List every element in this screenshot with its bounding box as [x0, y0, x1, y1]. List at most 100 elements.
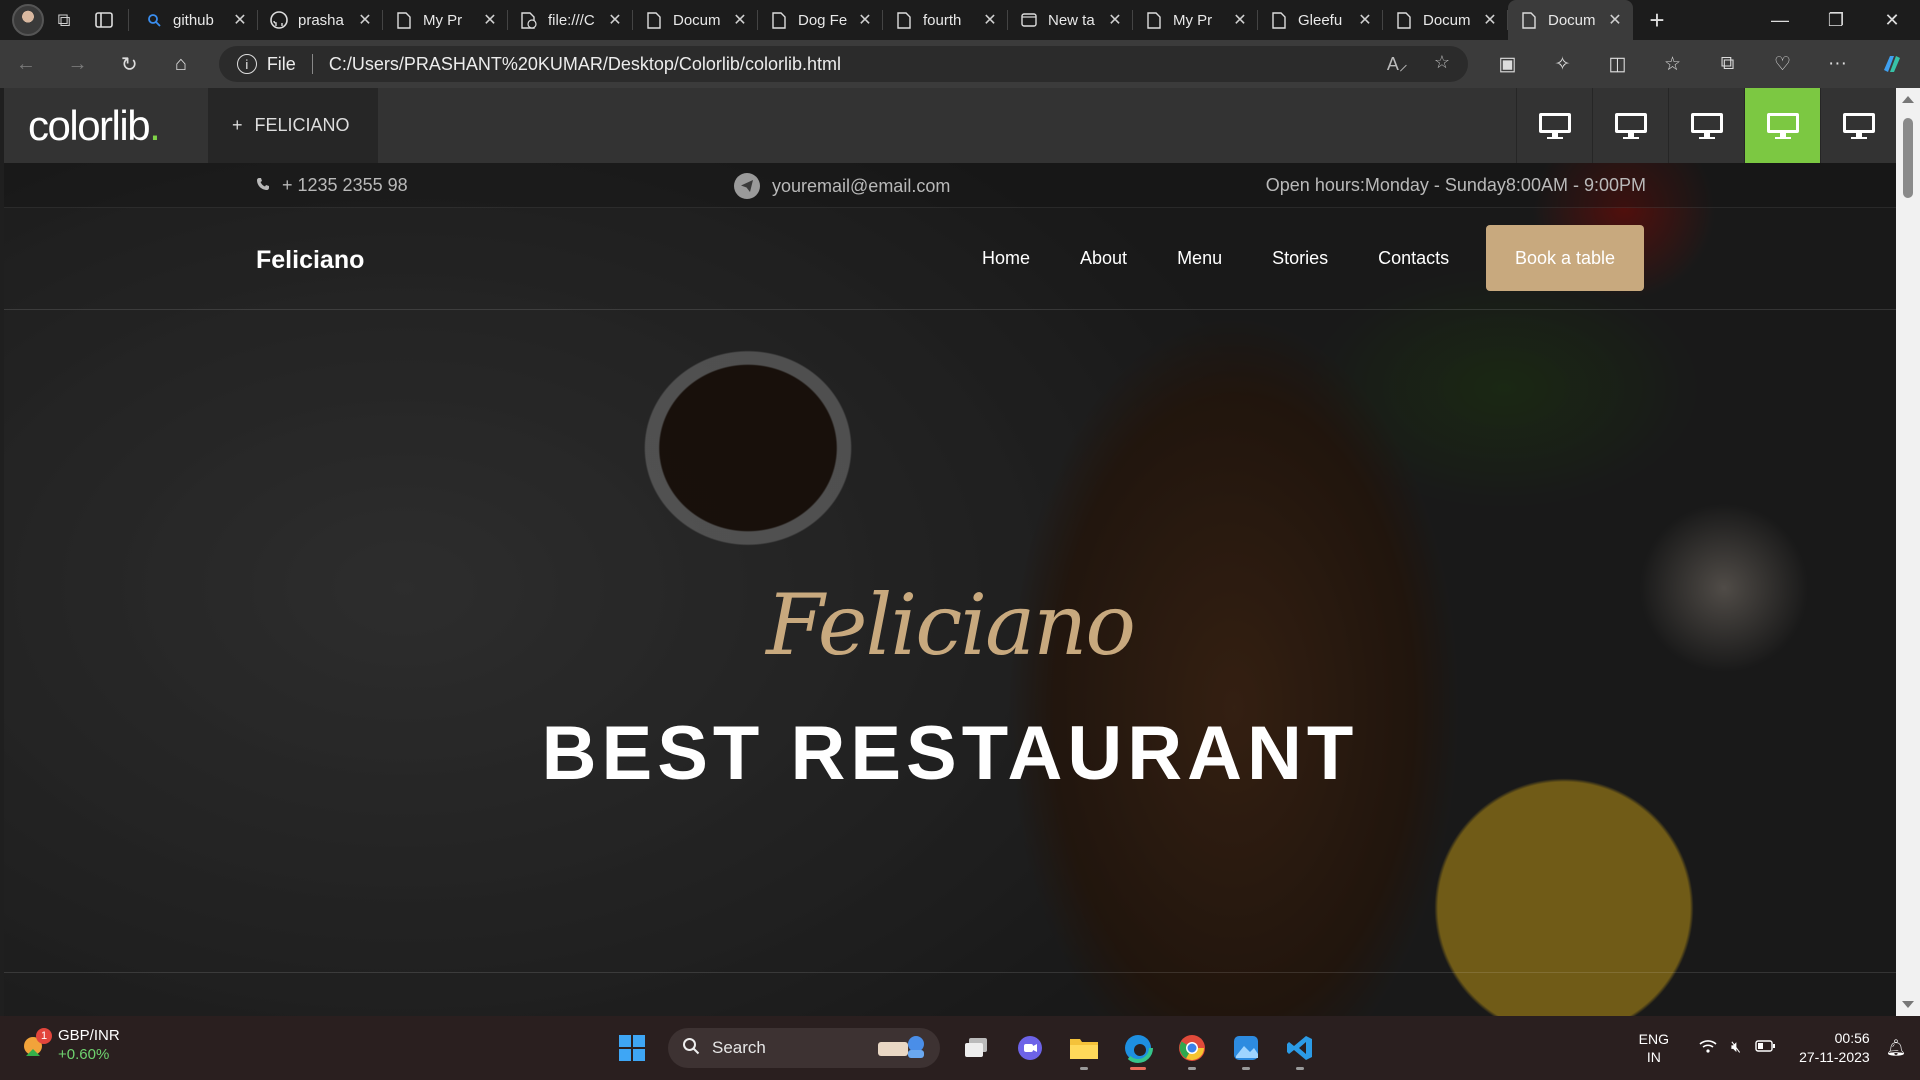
- workspaces-icon[interactable]: ⧉: [44, 0, 84, 40]
- github-icon: [270, 11, 288, 29]
- edge-browser-icon[interactable]: [1114, 1024, 1162, 1072]
- restore-button[interactable]: ❐: [1808, 0, 1864, 40]
- file-icon: [520, 11, 538, 29]
- tab-actions-icon[interactable]: [84, 0, 124, 40]
- scroll-thumb[interactable]: [1903, 118, 1913, 198]
- back-button[interactable]: ←: [0, 40, 52, 88]
- nav-link-contacts[interactable]: Contacts: [1378, 248, 1449, 269]
- widgets-button[interactable]: 1 GBP/INR +0.60%: [22, 1026, 120, 1064]
- running-indicator: [1130, 1067, 1146, 1070]
- tab-close-icon[interactable]: ✕: [230, 10, 250, 30]
- language-indicator[interactable]: ENG IN: [1639, 1030, 1669, 1066]
- tab-close-icon[interactable]: ✕: [855, 10, 875, 30]
- nav-link-menu[interactable]: Menu: [1177, 248, 1222, 269]
- close-window-button[interactable]: ✕: [1864, 0, 1920, 40]
- widget-title: GBP/INR: [58, 1027, 120, 1044]
- refresh-button[interactable]: ↻: [103, 40, 155, 88]
- page-icon: [395, 11, 413, 29]
- minimize-button[interactable]: —: [1752, 0, 1808, 40]
- browser-tab[interactable]: My Pr ✕: [383, 0, 508, 40]
- clock[interactable]: 00:56 27-11-2023: [1799, 1029, 1870, 1067]
- favorite-star-icon[interactable]: ☆: [1434, 52, 1450, 76]
- nav-link-home[interactable]: Home: [982, 248, 1030, 269]
- scheme-label: File: [266, 53, 296, 74]
- taskbar-search[interactable]: Search: [668, 1028, 940, 1068]
- tab-close-icon[interactable]: ✕: [1105, 10, 1125, 30]
- browser-tab[interactable]: Dog Fe ✕: [758, 0, 883, 40]
- home-button[interactable]: ⌂: [155, 40, 207, 88]
- scroll-up-arrow-icon[interactable]: [1902, 96, 1914, 103]
- file-explorer-icon[interactable]: [1060, 1024, 1108, 1072]
- tab-close-icon[interactable]: ✕: [355, 10, 375, 30]
- desktop-preview-icon[interactable]: [1592, 88, 1668, 163]
- read-aloud-icon[interactable]: A⸝: [1387, 52, 1408, 76]
- browser-tab[interactable]: Docum ✕: [1383, 0, 1508, 40]
- tab-title: My Pr: [423, 11, 463, 29]
- phone-number: + 1235 2355 98: [282, 175, 408, 195]
- favorites-icon[interactable]: ☆: [1645, 40, 1700, 88]
- nav-link-stories[interactable]: Stories: [1272, 248, 1328, 269]
- browser-tab[interactable]: file:///C ✕: [508, 0, 633, 40]
- extension-icon[interactable]: ▣: [1480, 40, 1535, 88]
- email-address[interactable]: youremail@email.com: [772, 176, 950, 197]
- collections-icon[interactable]: ⧉: [1700, 40, 1755, 88]
- browser-tab[interactable]: My Pr ✕: [1133, 0, 1258, 40]
- profile-avatar[interactable]: [12, 4, 44, 36]
- start-button[interactable]: [608, 1024, 656, 1072]
- browser-tab[interactable]: New ta ✕: [1008, 0, 1133, 40]
- desktop-preview-icon[interactable]: [1516, 88, 1592, 163]
- browser-tab[interactable]: github ✕: [133, 0, 258, 40]
- vscode-icon[interactable]: [1276, 1024, 1324, 1072]
- task-view-icon[interactable]: [952, 1024, 1000, 1072]
- forward-button[interactable]: →: [52, 40, 104, 88]
- photos-app-icon[interactable]: [1222, 1024, 1270, 1072]
- nav-link-about[interactable]: About: [1080, 248, 1127, 269]
- tab-close-icon[interactable]: ✕: [1355, 10, 1375, 30]
- tab-title: Docum: [1548, 11, 1596, 29]
- tab-close-icon[interactable]: ✕: [480, 10, 500, 30]
- browser-tab[interactable]: prasha ✕: [258, 0, 383, 40]
- site-info-icon[interactable]: i: [236, 54, 257, 74]
- more-menu-icon[interactable]: ···: [1810, 40, 1865, 88]
- book-a-table-button[interactable]: Book a table: [1486, 225, 1644, 291]
- browser-tab[interactable]: Docum ✕: [633, 0, 758, 40]
- split-screen-icon[interactable]: ◫: [1590, 40, 1645, 88]
- scroll-down-arrow-icon[interactable]: [1902, 1001, 1914, 1008]
- browser-tab[interactable]: fourth ✕: [883, 0, 1008, 40]
- tab-close-icon[interactable]: ✕: [1230, 10, 1250, 30]
- chat-app-icon[interactable]: [1006, 1024, 1054, 1072]
- running-indicator: [1242, 1067, 1250, 1070]
- page-icon: [895, 11, 913, 29]
- tab-close-icon[interactable]: ✕: [605, 10, 625, 30]
- window-controls: — ❐ ✕: [1752, 0, 1920, 40]
- page-icon: [1145, 11, 1163, 29]
- windows-taskbar: 1 GBP/INR +0.60% Search ENG IN 🔇︎ 00:56 …: [0, 1016, 1920, 1080]
- notification-bell-icon[interactable]: 🔔︎: [1886, 1038, 1906, 1058]
- tab-close-icon[interactable]: ✕: [1480, 10, 1500, 30]
- tray-icons[interactable]: 🔇︎: [1699, 1039, 1776, 1058]
- address-actions: A⸝ ☆: [1387, 52, 1450, 76]
- page-scrollbar[interactable]: [1896, 88, 1920, 1016]
- running-indicator: [1188, 1067, 1196, 1070]
- desktop-preview-icon[interactable]: [1744, 88, 1820, 163]
- url-text[interactable]: C:/Users/PRASHANT%20KUMAR/Desktop/Colorl…: [329, 54, 841, 75]
- browser-essentials-icon[interactable]: ♡: [1755, 40, 1810, 88]
- address-bar[interactable]: i File C:/Users/PRASHANT%20KUMAR/Desktop…: [218, 46, 1468, 82]
- site-brand[interactable]: Feliciano: [256, 246, 364, 275]
- desktop-preview-icon[interactable]: [1820, 88, 1896, 163]
- new-tab-button[interactable]: +: [1637, 0, 1677, 40]
- browser-tab[interactable]: Docum ✕: [1508, 0, 1633, 40]
- extensions-puzzle-icon[interactable]: ✧: [1535, 40, 1590, 88]
- page-icon: [1270, 11, 1288, 29]
- widget-text: GBP/INR +0.60%: [58, 1026, 120, 1064]
- demo-site-selector[interactable]: + FELICIANO: [208, 88, 378, 163]
- tab-close-icon[interactable]: ✕: [980, 10, 1000, 30]
- tab-close-icon[interactable]: ✕: [1605, 10, 1625, 30]
- browser-tab[interactable]: Gleefu ✕: [1258, 0, 1383, 40]
- copilot-icon[interactable]: [1865, 40, 1920, 88]
- desktop-preview-icon[interactable]: [1668, 88, 1744, 163]
- colorlib-logo[interactable]: colorlib.: [4, 88, 208, 163]
- chrome-browser-icon[interactable]: [1168, 1024, 1216, 1072]
- tab-close-icon[interactable]: ✕: [730, 10, 750, 30]
- page-icon: [1395, 11, 1413, 29]
